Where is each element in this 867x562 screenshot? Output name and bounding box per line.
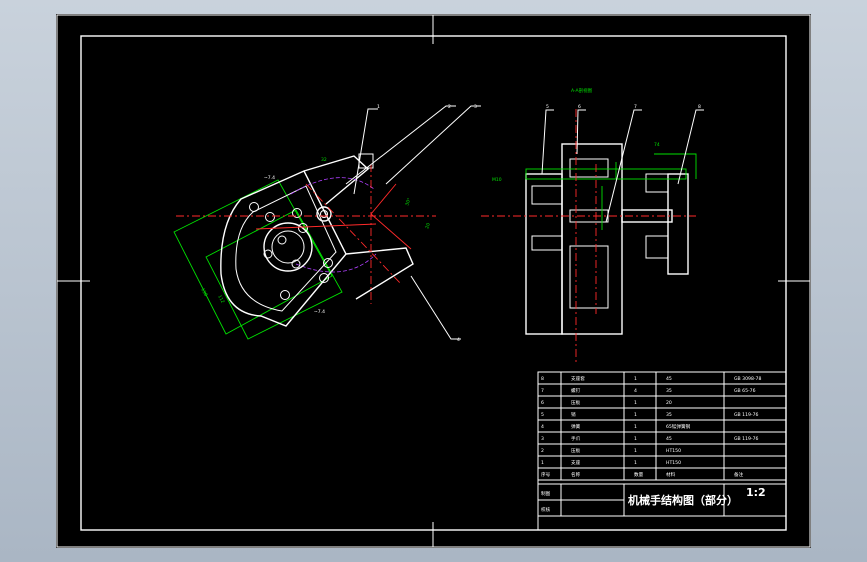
parts-cell-std: GB 65-76	[734, 388, 756, 394]
svg-text:3: 3	[474, 104, 477, 110]
svg-text:74: 74	[654, 142, 660, 148]
parts-cell-material: 45	[666, 376, 672, 382]
parts-cell-no: 2	[541, 448, 544, 454]
svg-text:6: 6	[578, 104, 581, 110]
parts-cell-no: 3	[541, 436, 544, 442]
sheet-outer-border	[56, 14, 811, 548]
parts-cell-no: 4	[541, 424, 544, 430]
parts-cell-qty: 1	[634, 424, 637, 430]
svg-text:20: 20	[424, 222, 432, 230]
parts-cell-qty: 4	[634, 388, 637, 394]
parts-cell-qty: 1	[634, 400, 637, 406]
parts-cell-std: GB 3098-78	[734, 376, 761, 382]
parts-header-qty: 数量	[634, 471, 644, 478]
center-marks	[57, 15, 810, 547]
parts-cell-qty: 1	[634, 460, 637, 466]
svg-text:1: 1	[377, 104, 380, 110]
parts-cell-material: 35	[666, 388, 672, 394]
parts-header-name: 名称	[571, 471, 581, 478]
parts-cell-name: 压板	[571, 447, 581, 454]
parts-cell-material: HT150	[666, 448, 681, 454]
svg-text:8: 8	[698, 104, 701, 110]
svg-text:2: 2	[448, 104, 451, 110]
parts-cell-material: HT150	[666, 460, 681, 466]
parts-cell-name: 螺钉	[571, 387, 581, 394]
svg-text:32: 32	[321, 157, 327, 163]
parts-header-material: 材料	[666, 471, 676, 478]
svg-text:30°: 30°	[404, 197, 412, 207]
parts-cell-no: 6	[541, 400, 544, 406]
parts-cell-name: 支座	[571, 459, 581, 466]
parts-cell-material: 65锰弹簧钢	[666, 423, 691, 430]
svg-text:4: 4	[457, 337, 460, 343]
gripper-front-view: 138 112 32 30° 20 ~7.4 ~7.4 1 2 3 4	[173, 104, 481, 343]
svg-text:~7.4: ~7.4	[314, 309, 325, 315]
title-block: 8 支座套 1 45 GB 3098-78 7 螺钉 4 35 GB 65-76 6 压板 1 20 5 销 1…	[537, 371, 787, 531]
parts-cell-no: 1	[541, 460, 544, 466]
cad-drawing-viewport[interactable]: 138 112 32 30° 20 ~7.4 ~7.4 1 2 3 4 A-A剖…	[56, 14, 811, 548]
parts-cell-qty: 1	[634, 376, 637, 382]
drawing-title: 机械手结构图（部分）	[628, 493, 738, 507]
gripper-section-view: A-A剖视图 M10 74 5 6 7 8	[481, 87, 704, 364]
parts-cell-name: 支座套	[571, 375, 585, 382]
section-label: A-A剖视图	[571, 87, 593, 94]
parts-cell-qty: 1	[634, 412, 637, 418]
parts-cell-no: 8	[541, 376, 544, 382]
parts-cell-name: 压板	[571, 399, 581, 406]
parts-cell-std: GB 119-76	[734, 412, 759, 418]
parts-cell-qty: 1	[634, 448, 637, 454]
svg-text:7: 7	[634, 104, 637, 110]
parts-header-std: 备注	[734, 471, 744, 478]
engineering-drawing: 138 112 32 30° 20 ~7.4 ~7.4 1 2 3 4 A-A剖…	[56, 14, 811, 548]
parts-cell-no: 5	[541, 412, 544, 418]
parts-cell-material: 35	[666, 412, 672, 418]
parts-cell-name: 弹簧	[571, 423, 581, 430]
svg-text:M10: M10	[492, 177, 502, 183]
svg-text:校核: 校核	[541, 506, 551, 513]
parts-cell-no: 7	[541, 388, 544, 394]
svg-text:~7.4: ~7.4	[264, 175, 275, 181]
parts-cell-name: 销	[571, 411, 576, 418]
svg-text:5: 5	[546, 104, 549, 110]
parts-cell-qty: 1	[634, 436, 637, 442]
drawing-scale: 1:2	[746, 486, 766, 499]
svg-text:112: 112	[216, 294, 225, 305]
parts-cell-material: 20	[666, 400, 672, 406]
parts-cell-material: 45	[666, 436, 672, 442]
svg-text:138: 138	[199, 287, 208, 298]
svg-text:制图: 制图	[541, 490, 551, 497]
parts-header-no: 序号	[541, 471, 551, 478]
parts-cell-name: 手爪	[571, 435, 581, 442]
parts-cell-std: GB 119-76	[734, 436, 759, 442]
